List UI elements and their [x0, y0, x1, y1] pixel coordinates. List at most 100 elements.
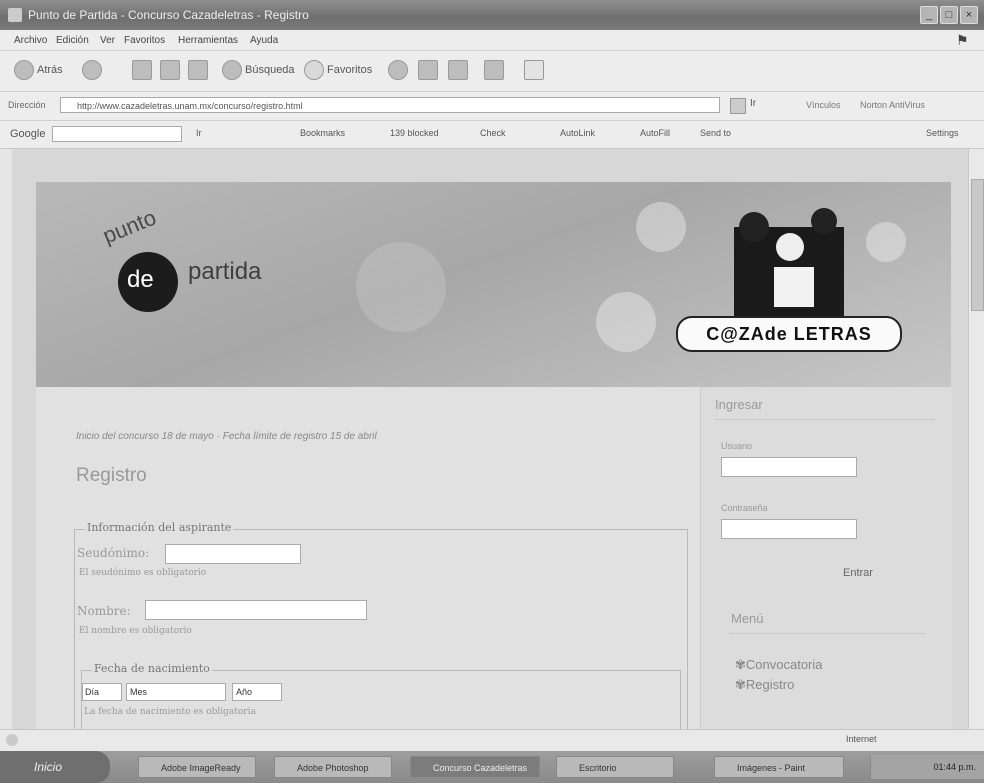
birthdate-legend: Fecha de nacimiento	[92, 662, 212, 675]
stop-icon	[132, 60, 152, 80]
bookmarks-button[interactable]: Bookmarks	[300, 128, 345, 138]
window-title: Punto de Partida - Concurso Cazadeletras…	[28, 8, 309, 22]
stop-button[interactable]	[132, 60, 152, 80]
task-browser[interactable]: Concurso Cazadeletras	[410, 756, 540, 778]
popup-blocker-button[interactable]: 139 blocked	[390, 128, 439, 138]
google-search-input[interactable]	[52, 126, 182, 142]
google-settings-button[interactable]: Settings	[926, 128, 959, 138]
scrollbar-thumb[interactable]	[971, 179, 984, 311]
nombre-input[interactable]	[145, 600, 367, 620]
seudonimo-input[interactable]	[165, 544, 301, 564]
status-bar: Internet	[0, 729, 984, 752]
menu-item-registro[interactable]: ✾Registro	[735, 677, 794, 693]
logo-punto-text: punto	[99, 204, 160, 249]
start-button[interactable]: Inicio	[0, 751, 110, 783]
system-tray-clock: 01:44 p.m.	[870, 755, 984, 779]
address-bar: Dirección http://www.cazadeletras.unam.m…	[0, 92, 984, 121]
forward-button[interactable]	[82, 60, 102, 80]
divider	[715, 419, 935, 420]
menu-divider	[729, 633, 925, 634]
links-label[interactable]: Vínculos	[806, 100, 841, 110]
user-label: Usuario	[721, 441, 753, 451]
menu-bar: Archivo Edición Ver Favoritos Herramient…	[0, 30, 984, 51]
go-button[interactable]: Ir	[750, 98, 756, 109]
vertical-scrollbar[interactable]	[968, 149, 984, 729]
internet-zone-label: Internet	[846, 734, 877, 744]
site-banner: punto de partida C@ZAde LETRAS	[36, 182, 951, 387]
menu-item-ver[interactable]: Ver	[100, 35, 115, 46]
page-title: Registro	[76, 465, 147, 486]
autofill-button[interactable]: AutoFill	[640, 128, 670, 138]
window-title-bar: Punto de Partida - Concurso Cazadeletras…	[0, 0, 984, 30]
maximize-button[interactable]: □	[940, 6, 958, 24]
user-input[interactable]	[721, 457, 857, 477]
minimize-button[interactable]: _	[920, 6, 938, 24]
menu-title: Menú	[731, 611, 764, 626]
menu-item-convocatoria[interactable]: ✾Convocatoria	[735, 657, 823, 673]
year-select[interactable]: Año	[232, 683, 282, 701]
contest-notice: Inicio del concurso 18 de mayo · Fecha l…	[76, 431, 377, 442]
back-arrow-icon	[14, 60, 34, 80]
address-label: Dirección	[8, 100, 46, 110]
main-content: Inicio del concurso 18 de mayo · Fecha l…	[36, 387, 700, 729]
task-escritorio[interactable]: Escritorio	[556, 756, 674, 778]
mail-icon	[418, 60, 438, 80]
menu-item-archivo[interactable]: Archivo	[14, 35, 47, 46]
dropdown-arrow-icon[interactable]	[730, 98, 746, 114]
applicant-fieldset: Información del aspirante Seudónimo: El …	[74, 521, 688, 729]
entrar-button[interactable]: Entrar	[843, 567, 873, 579]
birthdate-hint: La fecha de nacimiento es obligatoria	[84, 707, 256, 717]
task-imageready[interactable]: Adobe ImageReady	[138, 756, 256, 778]
messenger-button[interactable]	[524, 60, 544, 80]
menu-item-ayuda[interactable]: Ayuda	[250, 35, 278, 46]
password-label: Contraseña	[721, 503, 768, 513]
google-logo: Google	[10, 128, 46, 140]
cazadeletras-logo: C@ZAde LETRAS	[676, 316, 902, 352]
browser-toolbar: Atrás Búsqueda Favoritos	[0, 51, 984, 92]
flower-bullet-icon: ✾	[735, 657, 746, 672]
mail-button[interactable]	[418, 60, 438, 80]
send-to-button[interactable]: Send to	[700, 128, 731, 138]
home-button[interactable]	[188, 60, 208, 80]
flower-bullet-icon: ✾	[735, 677, 746, 692]
refresh-icon	[160, 60, 180, 80]
menu-item-edicion[interactable]: Edición	[56, 35, 89, 46]
password-input[interactable]	[721, 519, 857, 539]
norton-button[interactable]: Norton AntiVirus	[860, 100, 925, 110]
home-icon	[188, 60, 208, 80]
logo-partida-text: partida	[188, 258, 262, 285]
edit-icon	[484, 60, 504, 80]
page-viewport: punto de partida C@ZAde LETRAS Inicio de…	[12, 149, 968, 729]
autolink-button[interactable]: AutoLink	[560, 128, 595, 138]
refresh-button[interactable]	[160, 60, 180, 80]
url-input[interactable]: http://www.cazadeletras.unam.mx/concurso…	[60, 97, 720, 113]
print-button[interactable]	[448, 60, 468, 80]
print-icon	[448, 60, 468, 80]
task-paint[interactable]: Imágenes - Paint	[714, 756, 844, 778]
nombre-label: Nombre:	[77, 604, 131, 618]
month-select[interactable]: Mes	[126, 683, 226, 701]
menu-item-favoritos[interactable]: Favoritos	[124, 35, 165, 46]
login-title: Ingresar	[715, 397, 763, 412]
logo-de-text: de	[127, 266, 154, 293]
search-icon	[222, 60, 242, 80]
seudonimo-hint: El seudónimo es obligatorio	[79, 568, 207, 578]
menu-item-herramientas[interactable]: Herramientas	[178, 35, 238, 46]
search-button[interactable]: Búsqueda	[222, 60, 295, 80]
google-go-button[interactable]: Ir	[196, 128, 202, 138]
day-select[interactable]: Día	[82, 683, 122, 701]
spellcheck-button[interactable]: Check	[480, 128, 506, 138]
edit-button[interactable]	[484, 60, 504, 80]
close-button[interactable]: ×	[960, 6, 978, 24]
back-button[interactable]: Atrás	[14, 60, 63, 80]
windows-flag-icon: ⚑	[956, 32, 969, 48]
history-icon	[388, 60, 408, 80]
forward-arrow-icon	[82, 60, 102, 80]
google-toolbar: Google Ir Bookmarks 139 blocked Check Au…	[0, 121, 984, 149]
nombre-hint: El nombre es obligatorio	[79, 626, 192, 636]
taskbar: Inicio Adobe ImageReady Adobe Photoshop …	[0, 751, 984, 783]
history-button[interactable]	[388, 60, 408, 80]
favorites-button[interactable]: Favoritos	[304, 60, 372, 80]
sidebar: Ingresar Usuario Contraseña Entrar Menú …	[700, 387, 952, 729]
task-photoshop[interactable]: Adobe Photoshop	[274, 756, 392, 778]
